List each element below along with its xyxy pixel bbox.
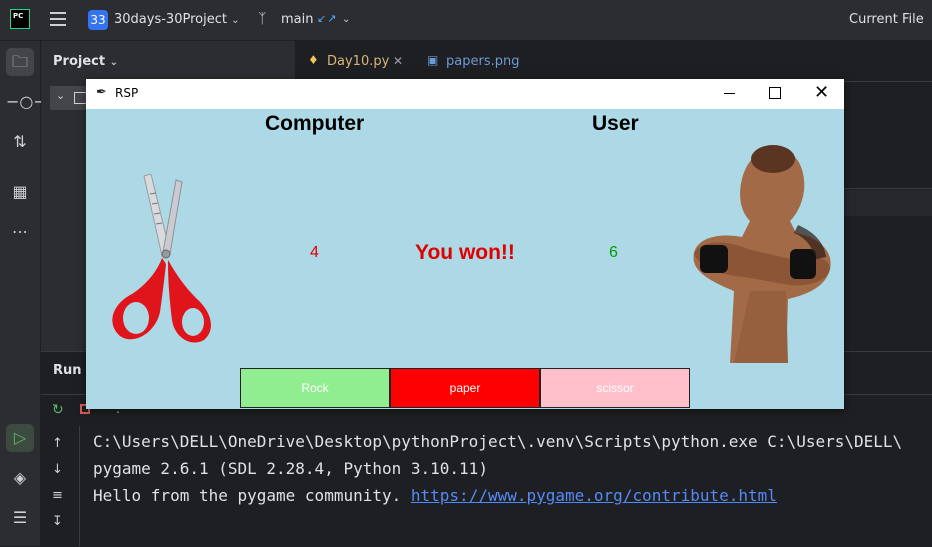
console-line: pygame 2.6.1 (SDL 2.28.4, Python 3.10.11… xyxy=(93,459,488,478)
project-name: 30days-30Project xyxy=(114,12,227,27)
project-selector[interactable]: 30days-30Project ⌄ xyxy=(114,12,239,27)
python-file-icon: ♦ xyxy=(308,53,319,67)
rock-button[interactable]: Rock xyxy=(240,368,390,408)
rsp-window: ✒ RSP ✕ Computer User 4 You won!! 6 Rock… xyxy=(86,79,844,409)
computer-heading: Computer xyxy=(265,112,365,135)
maximize-button[interactable] xyxy=(769,87,781,99)
editor-highlight-row xyxy=(843,190,932,216)
project-panel-label: Project xyxy=(53,54,106,69)
python-console-icon[interactable]: ◈ xyxy=(6,464,34,492)
structure-icon[interactable]: ▦ xyxy=(6,178,34,206)
git-branch-icon: ᛉ xyxy=(258,11,267,27)
user-heading: User xyxy=(592,112,639,135)
tab-papers-png[interactable]: papers.png xyxy=(446,54,519,69)
tk-feather-icon: ✒ xyxy=(96,85,107,100)
main-menu-icon[interactable] xyxy=(50,12,66,30)
tool-window-strip: 🗀 −○− ⇅ ▦ ⋯ ▷ ◈ ☰ xyxy=(0,41,47,546)
branch-name: main xyxy=(281,12,314,27)
computer-score: 4 xyxy=(310,244,319,261)
image-file-icon: ▣ xyxy=(427,53,439,67)
window-title: RSP xyxy=(115,86,139,100)
close-button[interactable]: ✕ xyxy=(814,82,829,103)
console-line: Hello from the pygame community. https:/… xyxy=(93,486,777,505)
result-text: You won!! xyxy=(415,241,515,264)
folder-icon[interactable]: 🗀 xyxy=(6,48,34,76)
scroll-to-end-icon[interactable]: ↧ xyxy=(52,514,63,529)
chevron-down-icon: ⌄ xyxy=(231,15,240,26)
scroll-up-icon[interactable]: ↑ xyxy=(52,436,63,451)
editor-divider xyxy=(843,188,932,189)
minimize-button[interactable] xyxy=(722,85,738,101)
run-panel-title: Run xyxy=(53,363,82,378)
run-tool-icon[interactable]: ▷ xyxy=(6,424,34,452)
console-line: C:\Users\DELL\OneDrive\Desktop\pythonPro… xyxy=(93,432,903,451)
arm-band-right xyxy=(790,249,816,279)
close-icon[interactable]: ✕ xyxy=(393,54,403,68)
project-badge[interactable]: 33 xyxy=(88,10,108,30)
scissors-blades xyxy=(143,174,183,259)
more-icon[interactable]: ⋯ xyxy=(6,218,34,246)
arm-band-left xyxy=(700,245,728,273)
rerun-icon[interactable]: ↻ xyxy=(52,402,64,418)
tab-label: Day10.py xyxy=(327,54,390,69)
soft-wrap-icon[interactable]: ≡ xyxy=(52,488,63,503)
window-titlebar[interactable]: ✒ RSP ✕ xyxy=(86,79,844,109)
paper-button[interactable]: paper xyxy=(390,368,540,408)
chevron-down-icon: ⌄ xyxy=(109,57,118,68)
layers-icon[interactable]: ☰ xyxy=(6,504,34,532)
sync-arrows-icon: ↙↗ ⌄ xyxy=(317,12,352,25)
branch-selector[interactable]: main xyxy=(281,12,313,27)
scissor-button[interactable]: scissor xyxy=(540,368,690,408)
console-link[interactable]: https://www.pygame.org/contribute.html xyxy=(411,486,777,505)
scroll-down-icon[interactable]: ↓ xyxy=(52,462,63,477)
user-photo-image xyxy=(693,145,831,363)
run-config-selector[interactable]: Current File xyxy=(849,12,924,27)
project-panel-title[interactable]: Project ⌄ xyxy=(53,54,118,69)
commit-icon[interactable]: −○− xyxy=(6,88,47,116)
expand-chevron-icon[interactable]: ⌄ xyxy=(56,89,65,102)
user-score: 6 xyxy=(609,244,618,261)
scissors-handles xyxy=(112,258,211,343)
pull-request-icon[interactable]: ⇅ xyxy=(6,128,34,156)
scissors-image xyxy=(112,174,211,343)
console-text: Hello from the pygame community. xyxy=(93,486,411,505)
pycharm-logo: PC xyxy=(10,9,30,29)
